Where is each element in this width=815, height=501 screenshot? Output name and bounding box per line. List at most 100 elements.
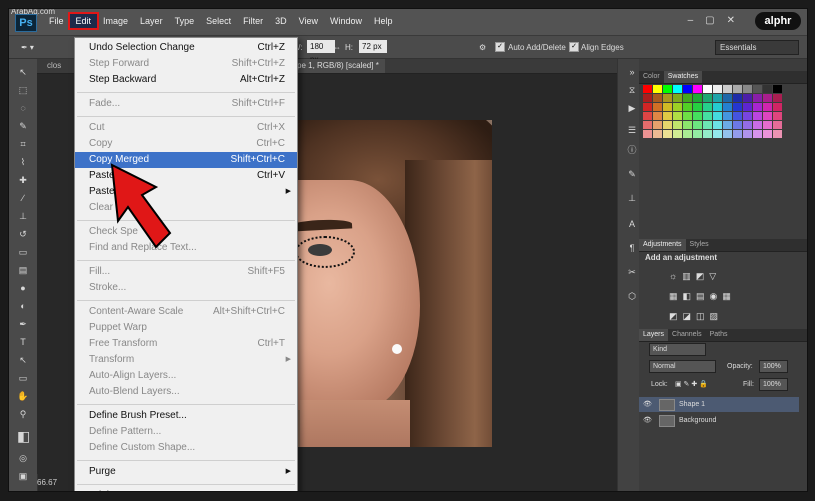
swatch[interactable] bbox=[703, 85, 712, 93]
swatch[interactable] bbox=[683, 121, 692, 129]
menu-select[interactable]: Select bbox=[200, 14, 237, 28]
menu-item-define-custom-shape[interactable]: Define Custom Shape... bbox=[75, 440, 297, 456]
workspace-select[interactable]: Essentials bbox=[715, 40, 799, 55]
swatch[interactable] bbox=[773, 121, 782, 129]
swatch[interactable] bbox=[723, 121, 732, 129]
swatch[interactable] bbox=[753, 103, 762, 111]
type-tool-icon[interactable]: T bbox=[17, 337, 29, 347]
swatch[interactable] bbox=[733, 94, 742, 102]
swatch[interactable] bbox=[673, 85, 682, 93]
swatch[interactable] bbox=[663, 112, 672, 120]
properties-icon[interactable]: ☰ bbox=[626, 125, 638, 135]
swatch[interactable] bbox=[643, 121, 652, 129]
visibility-eye-icon[interactable]: 👁 bbox=[643, 397, 652, 412]
menu-file[interactable]: File bbox=[43, 14, 70, 28]
swatch[interactable] bbox=[673, 112, 682, 120]
menu-image[interactable]: Image bbox=[97, 14, 134, 28]
swatch[interactable] bbox=[663, 121, 672, 129]
swatch[interactable] bbox=[733, 130, 742, 138]
lock-icons[interactable]: ▣ ✎ ✚ 🔒 bbox=[675, 380, 708, 388]
doc-tab-left[interactable]: clos bbox=[47, 59, 61, 73]
path-select-icon[interactable]: ↖ bbox=[17, 355, 29, 365]
swatch[interactable] bbox=[693, 103, 702, 111]
doc-tab-active[interactable]: pe 1, RGB/8) [scaled] * bbox=[291, 59, 385, 73]
swatch[interactable] bbox=[683, 85, 692, 93]
menu-item-adobe-pdf-presets[interactable]: Adobe PDF Presets... bbox=[75, 488, 297, 491]
eyedropper-icon[interactable]: ⌇ bbox=[17, 157, 29, 167]
menu-item-define-pattern[interactable]: Define Pattern... bbox=[75, 424, 297, 440]
swatch[interactable] bbox=[723, 112, 732, 120]
swatch[interactable] bbox=[773, 85, 782, 93]
tab-paths[interactable]: Paths bbox=[706, 329, 732, 341]
swatch[interactable] bbox=[663, 94, 672, 102]
swatch[interactable] bbox=[653, 94, 662, 102]
menu-item-define-brush-preset[interactable]: Define Brush Preset... bbox=[75, 408, 297, 424]
character-icon[interactable]: A bbox=[626, 219, 638, 229]
menu-item-free-transform[interactable]: Free Transform Ctrl+T bbox=[75, 336, 297, 352]
quick-select-icon[interactable]: ✎ bbox=[17, 121, 29, 131]
swatch[interactable] bbox=[753, 85, 762, 93]
visibility-eye-icon[interactable]: 👁 bbox=[643, 413, 652, 428]
swatch[interactable] bbox=[683, 112, 692, 120]
kind-filter[interactable]: Kind bbox=[649, 343, 706, 356]
collapse-icon[interactable]: » bbox=[626, 67, 638, 77]
swatch[interactable] bbox=[643, 94, 652, 102]
swatch[interactable] bbox=[653, 121, 662, 129]
opacity-field[interactable]: 100% bbox=[759, 360, 788, 373]
swatch[interactable] bbox=[723, 130, 732, 138]
menu-window[interactable]: Window bbox=[324, 14, 368, 28]
swatch[interactable] bbox=[733, 85, 742, 93]
healing-brush-icon[interactable]: ✚ bbox=[17, 175, 29, 185]
brush-panel-icon[interactable]: ✎ bbox=[626, 169, 638, 179]
swatch[interactable] bbox=[733, 112, 742, 120]
swatch[interactable] bbox=[733, 103, 742, 111]
menu-help[interactable]: Help bbox=[368, 14, 399, 28]
align-edges-checkbox[interactable]: ✓ bbox=[569, 42, 579, 52]
swatch[interactable] bbox=[753, 94, 762, 102]
swatch[interactable] bbox=[773, 94, 782, 102]
swatch[interactable] bbox=[703, 130, 712, 138]
lasso-tool-icon[interactable]: ◌ bbox=[17, 103, 29, 113]
swatch[interactable] bbox=[713, 112, 722, 120]
blur-tool-icon[interactable]: ● bbox=[17, 283, 29, 293]
swatch[interactable] bbox=[773, 112, 782, 120]
swatch[interactable] bbox=[683, 103, 692, 111]
swatches-grid[interactable] bbox=[643, 85, 783, 141]
menu-type[interactable]: Type bbox=[169, 14, 201, 28]
blend-mode-select[interactable]: Normal bbox=[649, 360, 716, 373]
window-controls[interactable]: –▢✕ bbox=[688, 15, 747, 26]
tab-styles[interactable]: Styles bbox=[686, 239, 713, 251]
layer-row[interactable]: 👁 Background bbox=[639, 413, 799, 428]
tool-presets-icon[interactable]: ✂ bbox=[626, 267, 638, 277]
dodge-tool-icon[interactable]: ◐ bbox=[17, 301, 29, 311]
swatch[interactable] bbox=[693, 85, 702, 93]
quick-mask-icon[interactable]: ◎ bbox=[17, 453, 29, 463]
swatch[interactable] bbox=[693, 121, 702, 129]
swatch[interactable] bbox=[673, 121, 682, 129]
swatch[interactable] bbox=[653, 130, 662, 138]
swatch[interactable] bbox=[763, 130, 772, 138]
info-icon[interactable]: ⓘ bbox=[626, 145, 638, 155]
swatch[interactable] bbox=[713, 130, 722, 138]
swatch[interactable] bbox=[773, 103, 782, 111]
menu-item-stroke[interactable]: Stroke... bbox=[75, 280, 297, 296]
menu-item-purge[interactable]: Purge ▶ bbox=[75, 464, 297, 480]
fill-field[interactable]: 100% bbox=[759, 378, 788, 391]
swatch[interactable] bbox=[743, 121, 752, 129]
pen-tool-icon[interactable]: ✒ ▾ bbox=[21, 43, 34, 52]
swatch[interactable] bbox=[673, 130, 682, 138]
tab-swatches[interactable]: Swatches bbox=[663, 71, 703, 83]
adjustment-icons-row-1[interactable]: ☼▥◩▽ bbox=[669, 271, 721, 282]
width-field[interactable]: 180 px bbox=[307, 40, 335, 64]
swatch[interactable] bbox=[663, 103, 672, 111]
zoom-tool-icon[interactable]: ⚲ bbox=[17, 409, 29, 419]
clone-stamp-icon[interactable]: ⊥ bbox=[17, 211, 29, 221]
swatch[interactable] bbox=[673, 94, 682, 102]
swatch[interactable] bbox=[763, 94, 772, 102]
swatch[interactable] bbox=[743, 85, 752, 93]
screen-mode-icon[interactable]: ▣ bbox=[17, 471, 29, 481]
swatch[interactable] bbox=[673, 103, 682, 111]
swatch[interactable] bbox=[763, 85, 772, 93]
swatch[interactable] bbox=[713, 103, 722, 111]
menu-layer[interactable]: Layer bbox=[134, 14, 169, 28]
